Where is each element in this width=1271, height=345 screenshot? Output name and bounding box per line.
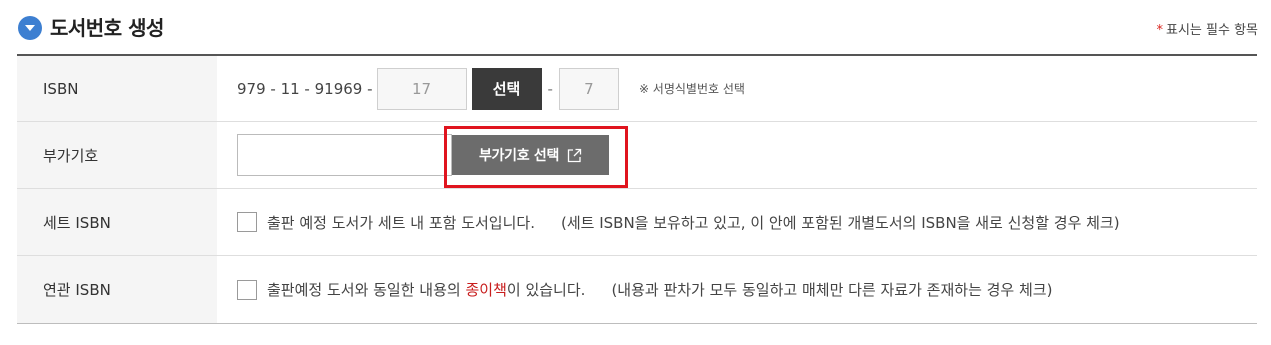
row-set-isbn: 세트 ISBN 출판 예정 도서가 세트 내 포함 도서입니다. (세트 ISB… bbox=[17, 189, 1257, 256]
isbn-check-digit-field[interactable]: 7 bbox=[558, 67, 619, 110]
related-isbn-text-before: 출판예정 도서와 동일한 내용의 bbox=[267, 281, 466, 299]
set-isbn-label: 세트 ISBN bbox=[17, 189, 217, 255]
isbn-separator: - bbox=[547, 79, 553, 98]
set-isbn-hint: (세트 ISBN을 보유하고 있고, 이 안에 포함된 개별도서의 ISBN을 … bbox=[560, 213, 1120, 232]
addon-label: 부가기호 bbox=[17, 122, 217, 188]
row-isbn: ISBN 979 - 11 - 91969 - 17 선택 - 7 ※ 서명식별… bbox=[17, 56, 1257, 122]
related-isbn-text-highlight: 종이책 bbox=[465, 281, 507, 299]
related-isbn-text-after: 이 있습니다. bbox=[506, 281, 586, 299]
section-title: 도서번호 생성 bbox=[50, 16, 164, 40]
isbn-label: ISBN bbox=[17, 56, 217, 121]
isbn-note: ※ 서명식별번호 선택 bbox=[638, 82, 745, 96]
required-note-text: 표시는 필수 항목 bbox=[1166, 23, 1258, 38]
isbn-cell: 979 - 11 - 91969 - 17 선택 - 7 ※ 서명식별번호 선택 bbox=[217, 56, 1257, 121]
required-note: * 표시는 필수 항목 bbox=[1157, 22, 1259, 40]
related-isbn-cell: 출판예정 도서와 동일한 내용의 종이책이 있습니다. (내용과 판차가 모두 … bbox=[217, 256, 1257, 323]
isbn-code-field[interactable]: 17 bbox=[376, 67, 467, 110]
addon-cell: 부가기호 선택 bbox=[217, 122, 1257, 188]
related-isbn-label: 연관 ISBN bbox=[17, 256, 217, 323]
isbn-select-button[interactable]: 선택 bbox=[471, 67, 542, 110]
row-related-isbn: 연관 ISBN 출판예정 도서와 동일한 내용의 종이책이 있습니다. (내용과… bbox=[17, 256, 1257, 323]
section-header: 도서번호 생성 * 표시는 필수 항목 bbox=[18, 14, 1258, 44]
related-isbn-checkbox[interactable] bbox=[237, 279, 257, 300]
row-addon: 부가기호 부가기호 선택 bbox=[17, 122, 1257, 189]
chevron-down-icon[interactable] bbox=[18, 16, 42, 40]
set-isbn-text: 출판 예정 도서가 세트 내 포함 도서입니다. bbox=[267, 213, 535, 232]
highlight-box bbox=[444, 126, 628, 188]
set-isbn-checkbox[interactable] bbox=[237, 212, 257, 232]
required-star: * bbox=[1156, 23, 1164, 38]
addon-input[interactable] bbox=[237, 134, 452, 176]
related-isbn-text: 출판예정 도서와 동일한 내용의 종이책이 있습니다. bbox=[267, 279, 585, 300]
related-isbn-hint: (내용과 판차가 모두 동일하고 매체만 다른 자료가 존재하는 경우 체크) bbox=[611, 281, 1053, 299]
isbn-prefix: 979 - 11 - 91969 - bbox=[237, 79, 373, 98]
set-isbn-cell: 출판 예정 도서가 세트 내 포함 도서입니다. (세트 ISBN을 보유하고 … bbox=[217, 189, 1257, 255]
isbn-form: ISBN 979 - 11 - 91969 - 17 선택 - 7 ※ 서명식별… bbox=[17, 54, 1257, 324]
